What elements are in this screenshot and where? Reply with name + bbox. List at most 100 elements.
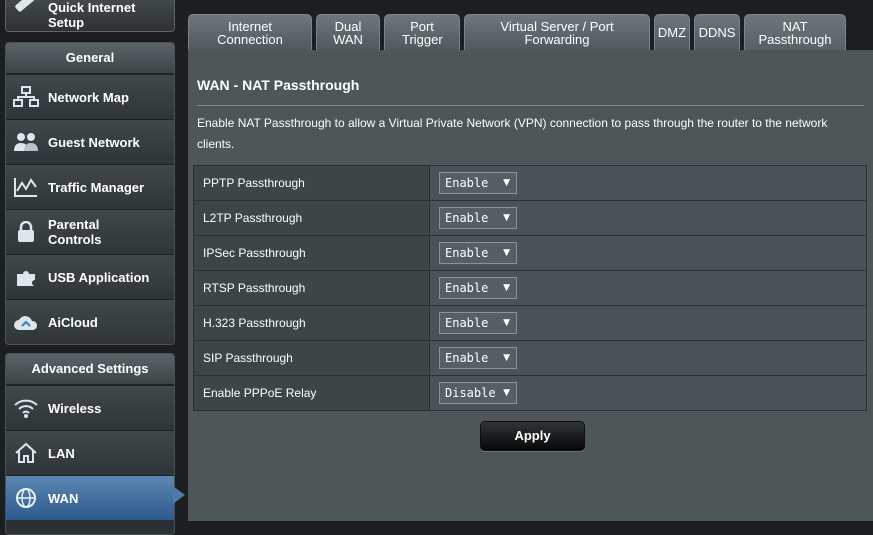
l2tp-passthrough-select[interactable]: Enable ▼ [439,207,517,229]
row-label: SIP Passthrough [193,340,430,376]
select-value: Enable [445,176,489,190]
select-value: Enable [445,246,489,260]
table-row: PPTP Passthrough Enable ▼ [193,165,867,201]
quick-internet-setup-label: Quick Internet Setup [48,0,136,30]
aicloud-icon [14,316,38,330]
magic-wand-icon [14,0,40,13]
guest-network-icon [14,133,38,151]
lan-icon [15,442,37,463]
tab-virtual-server[interactable]: Virtual Server / Port Forwarding [464,14,650,50]
row-label: H.323 Passthrough [193,305,430,341]
tab-nat-passthrough[interactable]: NAT Passthrough [744,14,846,50]
tab-internet-connection[interactable]: Internet Connection [188,14,312,50]
row-label: Enable PPPoE Relay [193,375,430,411]
sidebar-item-label: Wireless [48,400,102,416]
sidebar-item-network-map[interactable]: Network Map [6,74,174,119]
tab-dmz[interactable]: DMZ [654,14,690,50]
divider [197,105,864,106]
page-description: Enable NAT Passthrough to allow a Virtua… [197,116,828,151]
table-row: L2TP Passthrough Enable ▼ [193,200,867,236]
wireless-icon [14,399,38,418]
sip-passthrough-select[interactable]: Enable ▼ [439,347,517,369]
sidebar: Quick Internet Setup General Network Map… [0,0,185,535]
general-section: General Network Map Guest Network Traffi… [5,42,175,345]
dropdown-caret-icon: ▼ [503,318,510,328]
settings-panel: WAN - NAT Passthrough Enable NAT Passthr… [188,50,873,521]
row-value-cell: Enable ▼ [429,340,867,376]
row-value-cell: Enable ▼ [429,305,867,341]
pppoe-relay-select[interactable]: Disable ▼ [439,382,517,404]
tab-label: NAT Passthrough [758,18,832,47]
sidebar-item-label: USB Application [48,269,150,285]
table-row: RTSP Passthrough Enable ▼ [193,270,867,306]
dropdown-caret-icon: ▼ [503,248,510,258]
sidebar-item-traffic-manager[interactable]: Traffic Manager [6,164,174,209]
dropdown-caret-icon: ▼ [503,353,510,363]
sidebar-item-label: WAN [48,490,79,506]
row-value-cell: Enable ▼ [429,235,867,271]
sidebar-item-usb-application[interactable]: USB Application [6,254,174,299]
row-label: IPSec Passthrough [193,235,430,271]
select-value: Enable [445,211,489,225]
advanced-settings-section: Advanced Settings Wireless LAN WAN [5,353,175,535]
sidebar-item-guest-network[interactable]: Guest Network [6,119,174,164]
tab-bar: Internet Connection Dual WAN Port Trigge… [186,14,873,50]
main-content: Internet Connection Dual WAN Port Trigge… [186,0,873,521]
row-value-cell: Enable ▼ [429,270,867,306]
table-row: SIP Passthrough Enable ▼ [193,340,867,376]
tab-label: DMZ [657,25,687,40]
select-value: Enable [445,351,489,365]
row-label: L2TP Passthrough [193,200,430,236]
usb-application-icon [17,271,35,286]
sidebar-item-wan[interactable]: WAN [6,475,174,520]
row-value-cell: Enable ▼ [429,200,867,236]
general-header: General [6,43,174,74]
rtsp-passthrough-select[interactable]: Enable ▼ [439,277,517,299]
tab-port-trigger[interactable]: Port Trigger [384,14,460,50]
tab-label: Internet Connection [217,18,283,47]
sidebar-item-aicloud[interactable]: AiCloud [6,299,174,344]
page-title: WAN - NAT Passthrough [197,77,360,93]
active-item-arrow [173,486,185,504]
sidebar-item-label: Network Map [48,89,129,105]
tab-label: Dual WAN [333,18,363,47]
tab-ddns[interactable]: DDNS [694,14,740,50]
tab-label: DDNS [698,25,736,40]
select-value: Enable [445,281,489,295]
row-label: PPTP Passthrough [193,165,430,201]
tab-label: Virtual Server / Port Forwarding [500,18,614,47]
quick-internet-setup-button[interactable]: Quick Internet Setup [5,0,175,32]
table-row: Enable PPPoE Relay Disable ▼ [193,375,867,411]
traffic-manager-icon [14,178,37,197]
network-map-icon [13,86,39,107]
tab-dual-wan[interactable]: Dual WAN [316,14,380,50]
row-value-cell: Enable ▼ [429,165,867,201]
apply-button[interactable]: Apply [480,421,585,451]
dropdown-caret-icon: ▼ [503,213,510,223]
h323-passthrough-select[interactable]: Enable ▼ [439,312,517,334]
table-row: IPSec Passthrough Enable ▼ [193,235,867,271]
dropdown-caret-icon: ▼ [503,388,510,398]
table-row: H.323 Passthrough Enable ▼ [193,305,867,341]
advanced-settings-header: Advanced Settings [6,354,174,385]
tab-label: Port Trigger [402,18,443,47]
dropdown-caret-icon: ▼ [503,283,510,293]
parental-controls-icon [18,221,34,242]
sidebar-item-label: Parental Controls [48,217,102,247]
select-value: Enable [445,316,489,330]
dropdown-caret-icon: ▼ [503,178,510,188]
wan-icon [16,488,36,508]
sidebar-item-wireless[interactable]: Wireless [6,385,174,430]
sidebar-item-lan[interactable]: LAN [6,430,174,475]
passthrough-settings-table: PPTP Passthrough Enable ▼ L2TP Passthroug… [193,165,867,411]
sidebar-item-label: Guest Network [48,134,140,150]
row-label: RTSP Passthrough [193,270,430,306]
sidebar-item-label: Traffic Manager [48,179,145,195]
select-value: Disable [445,386,496,400]
sidebar-item-label: LAN [48,445,75,461]
sidebar-item-parental-controls[interactable]: Parental Controls [6,209,174,254]
pptp-passthrough-select[interactable]: Enable ▼ [439,172,517,194]
sidebar-item-label: AiCloud [48,314,98,330]
ipsec-passthrough-select[interactable]: Enable ▼ [439,242,517,264]
row-value-cell: Disable ▼ [429,375,867,411]
